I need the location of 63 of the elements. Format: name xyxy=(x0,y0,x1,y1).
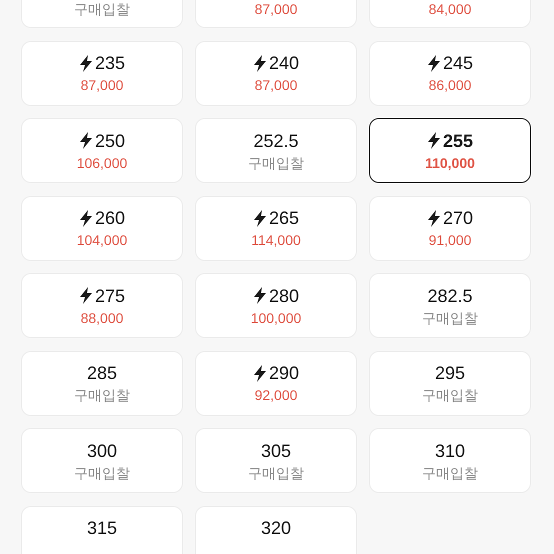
size-text: 282.5 xyxy=(427,284,473,306)
size-option[interactable]: 235 87,000 xyxy=(21,40,183,106)
size-text: 315 xyxy=(86,517,118,539)
size-option[interactable]: 295 구매입찰 xyxy=(369,350,531,416)
size-option[interactable]: 290 92,000 xyxy=(195,350,357,416)
size-text: 280 xyxy=(268,284,300,306)
size-option[interactable]: 245 86,000 xyxy=(369,40,531,106)
price-text: 구매입찰 xyxy=(74,464,130,482)
size-text: 310 xyxy=(434,440,466,462)
price-text: 104,000 xyxy=(76,231,128,249)
price-text: 110,000 xyxy=(425,154,475,172)
size-text: 265 xyxy=(268,207,300,229)
price-text: 구매입찰 xyxy=(74,386,130,404)
size-text: 252.5 xyxy=(253,130,299,152)
price-text: 88,000 xyxy=(80,308,124,326)
price-text: 114,000 xyxy=(251,231,301,249)
price-text: 87,000 xyxy=(254,0,298,18)
size-text: 295 xyxy=(434,362,466,384)
size-option[interactable]: 252.5 구매입찰 xyxy=(195,118,357,183)
size-text: 275 xyxy=(94,284,126,306)
price-text: 84,000 xyxy=(428,0,472,18)
price-text: 구매입찰 xyxy=(248,464,304,482)
size-option[interactable]: 300 구매입찰 xyxy=(21,428,183,493)
price-text: 100,000 xyxy=(250,308,302,326)
size-text: 240 xyxy=(268,52,300,74)
size-text: 235 xyxy=(94,52,126,74)
size-text: 305 xyxy=(260,440,292,462)
size-option[interactable]: 310 구매입찰 xyxy=(369,428,531,493)
price-text: 구매입찰 xyxy=(248,154,304,172)
size-option[interactable]: 280 100,000 xyxy=(195,273,357,338)
size-text: 260 xyxy=(94,207,126,229)
price-text: 구매입찰 xyxy=(422,386,478,404)
size-option[interactable]: 285 구매입찰 xyxy=(21,350,183,416)
price-text: 91,000 xyxy=(428,231,472,249)
size-text: 300 xyxy=(86,440,118,462)
price-text: 92,000 xyxy=(254,386,298,404)
price-text: 87,000 xyxy=(254,76,298,94)
size-text: 250 xyxy=(94,130,126,152)
size-text: 320 xyxy=(260,517,292,539)
size-option[interactable]: 315 xyxy=(21,506,183,554)
size-text: 245 xyxy=(442,52,474,74)
size-text: 270 xyxy=(442,207,474,229)
size-option[interactable]: 255 110,000 xyxy=(369,118,531,183)
size-text: 255 xyxy=(442,130,474,152)
price-text: 구매입찰 xyxy=(422,464,478,482)
price-text: 87,000 xyxy=(80,76,124,94)
size-option[interactable]: 320 xyxy=(195,506,357,554)
size-text: 290 xyxy=(268,362,300,384)
price-text: 구매입찰 xyxy=(74,0,130,18)
price-text: 구매입찰 xyxy=(422,308,478,326)
size-option[interactable]: 87,000 xyxy=(195,0,357,28)
price-text: 86,000 xyxy=(428,76,472,94)
size-option[interactable]: 305 구매입찰 xyxy=(195,428,357,493)
size-option[interactable]: 250 106,000 xyxy=(21,118,183,183)
size-option[interactable]: 275 88,000 xyxy=(21,273,183,338)
size-text: 285 xyxy=(86,362,118,384)
size-option[interactable]: 84,000 xyxy=(369,0,531,28)
price-text: 106,000 xyxy=(76,154,128,172)
size-option[interactable]: 265 114,000 xyxy=(195,196,357,260)
size-option[interactable]: 270 91,000 xyxy=(369,196,531,260)
size-option[interactable]: 282.5 구매입찰 xyxy=(369,273,531,338)
size-option[interactable]: 240 87,000 xyxy=(195,40,357,106)
size-option[interactable]: 260 104,000 xyxy=(21,196,183,260)
